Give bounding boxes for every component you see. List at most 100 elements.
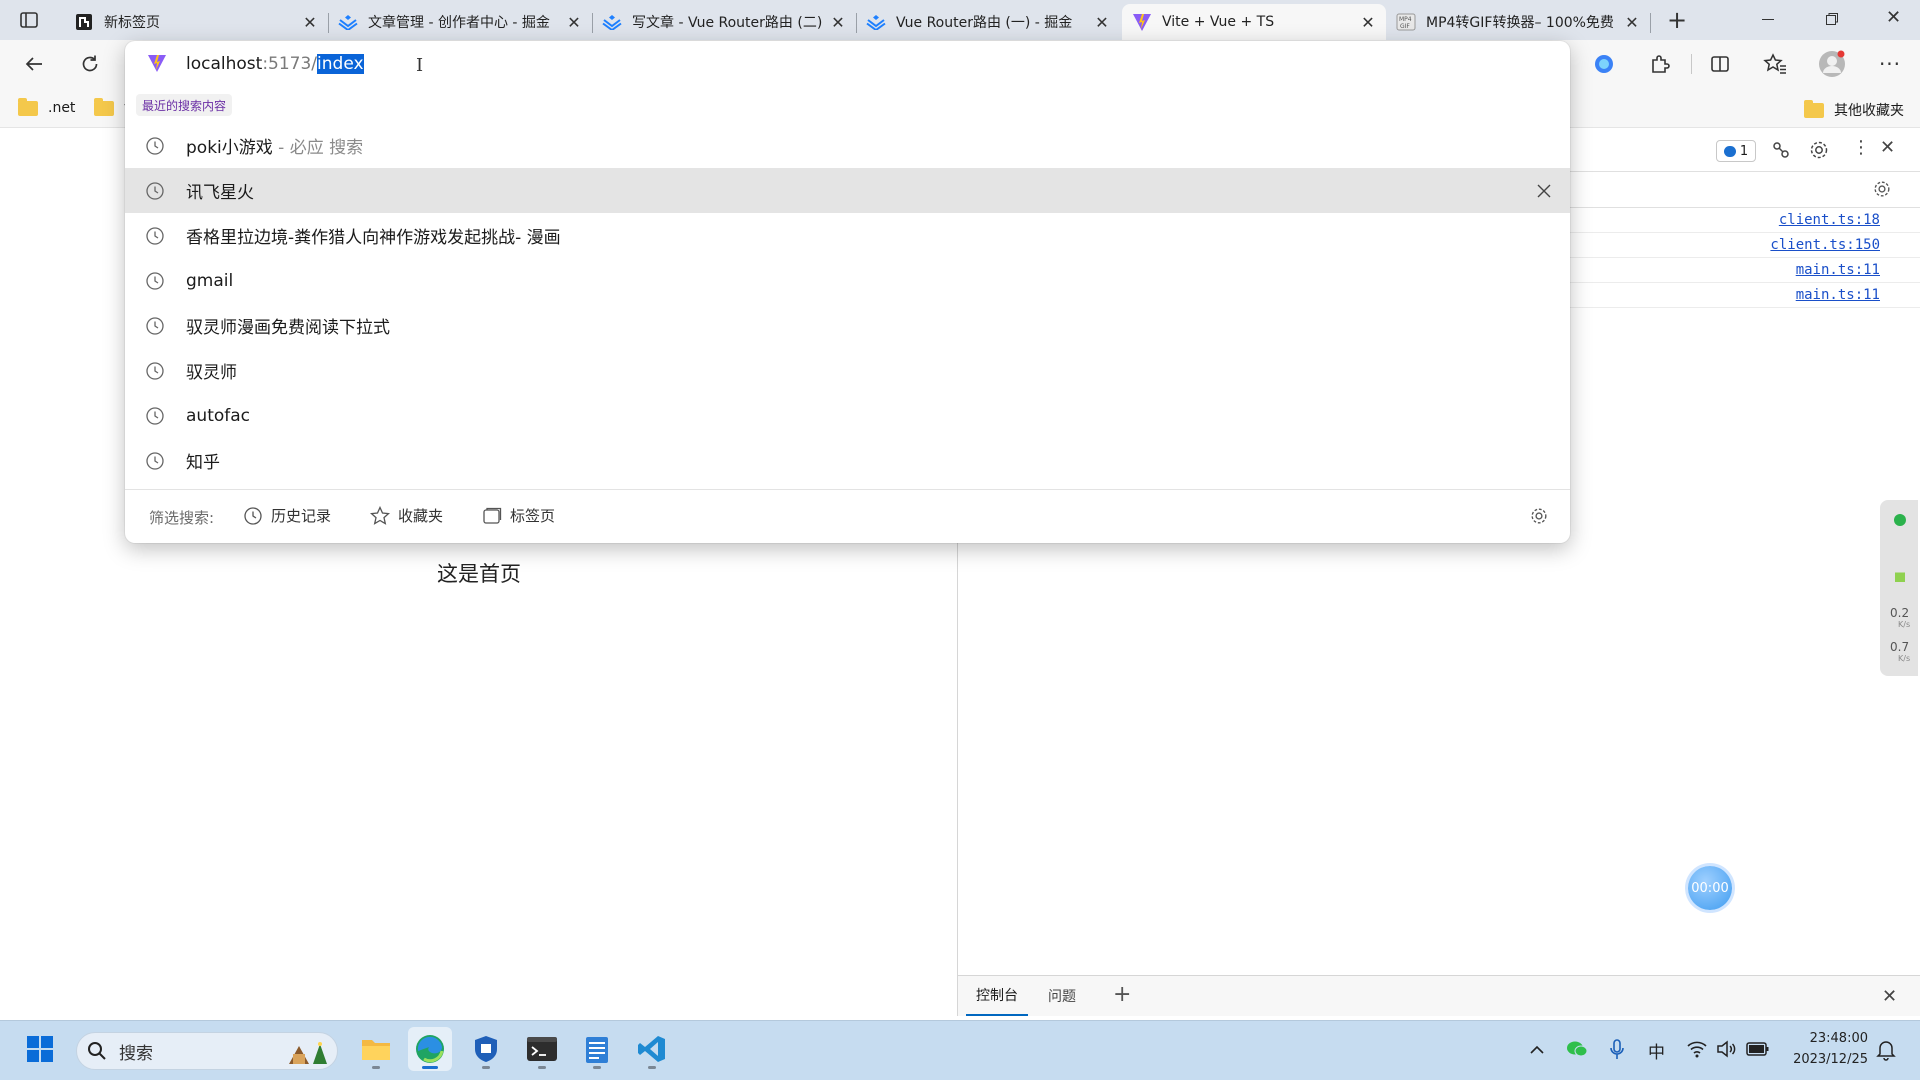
windows-logo-icon xyxy=(27,1036,53,1062)
suggestion-item[interactable]: poki小游戏 - 必应 搜索 xyxy=(125,123,1570,168)
suggestion-item-highlighted[interactable]: 讯飞星火 xyxy=(125,168,1570,213)
tab-issues[interactable]: 问题 xyxy=(1038,976,1086,1016)
devtools-settings-gear-icon[interactable] xyxy=(1808,139,1830,161)
star-icon xyxy=(370,505,390,525)
copilot-button[interactable] xyxy=(1586,46,1622,82)
filter-history-button[interactable]: 历史记录 xyxy=(243,505,331,526)
close-drawer-icon[interactable]: ✕ xyxy=(1882,986,1897,1007)
devtools-issues-badge[interactable]: 1 xyxy=(1716,140,1756,162)
input-method-indicator[interactable]: 中 xyxy=(1648,1038,1665,1063)
suggestion-item[interactable]: autofac xyxy=(125,393,1570,438)
notification-bell-icon[interactable] xyxy=(1876,1039,1896,1061)
remove-suggestion-close-icon[interactable] xyxy=(1532,179,1556,203)
tab-title: 写文章 - Vue Router路由 (二) xyxy=(632,15,822,31)
clock-time[interactable]: 23:48:00 xyxy=(1788,1031,1868,1046)
mp4-gif-favicon-icon: MP4 GIF xyxy=(1396,12,1416,32)
address-input[interactable]: localhost:5173/index xyxy=(186,52,364,76)
devtools-close-icon[interactable]: ✕ xyxy=(1880,137,1895,158)
suggestion-item[interactable]: 知乎 xyxy=(125,438,1570,483)
taskbar-file-explorer[interactable] xyxy=(354,1027,398,1071)
more-dots-icon: ··· xyxy=(1878,52,1902,76)
tab-write-article[interactable]: 写文章 - Vue Router路由 (二) ✕ xyxy=(592,4,857,40)
battery-icon[interactable] xyxy=(1746,1041,1770,1057)
puzzle-icon xyxy=(1652,55,1670,73)
juejin-favicon-icon xyxy=(338,12,358,32)
tab-title: Vue Router路由 (一) - 掘金 xyxy=(896,15,1073,31)
favorites-button[interactable] xyxy=(1757,46,1793,82)
other-favorites-folder[interactable]: 其他收藏夹 xyxy=(1804,99,1904,120)
refresh-icon xyxy=(82,55,98,72)
suggestion-item[interactable]: 驭灵师漫画免费阅读下拉式 xyxy=(125,303,1570,348)
source-link[interactable]: client.ts:18 xyxy=(1779,212,1880,228)
filter-favorites-button[interactable]: 收藏夹 xyxy=(370,505,443,526)
shield-icon xyxy=(475,1036,497,1062)
volume-icon[interactable] xyxy=(1716,1039,1738,1059)
split-screen-button[interactable] xyxy=(1702,46,1738,82)
suggestion-item[interactable]: gmail xyxy=(125,258,1570,303)
wechat-tray-icon[interactable] xyxy=(1566,1039,1588,1059)
taskbar-notepad[interactable] xyxy=(575,1027,619,1071)
profile-button[interactable] xyxy=(1814,46,1850,82)
filter-tabs-button[interactable]: 标签页 xyxy=(482,505,555,526)
wifi-icon[interactable] xyxy=(1686,1039,1708,1059)
source-link[interactable]: client.ts:150 xyxy=(1770,237,1880,253)
tab-vite-vue-ts[interactable]: Vite + Vue + TS ✕ xyxy=(1122,4,1386,40)
console-settings-gear-icon[interactable] xyxy=(1872,179,1892,199)
suggestion-text: gmail xyxy=(186,270,234,291)
show-hidden-icons-chevron-icon[interactable] xyxy=(1528,1041,1546,1059)
clock-date[interactable]: 2023/12/25 xyxy=(1788,1052,1868,1067)
other-favorites-label: 其他收藏夹 xyxy=(1834,103,1904,119)
source-link[interactable]: main.ts:11 xyxy=(1796,287,1880,303)
juejin-favicon-icon xyxy=(866,12,886,32)
back-button[interactable] xyxy=(16,46,52,82)
tab-close-icon[interactable]: ✕ xyxy=(1094,13,1110,32)
suggestion-item[interactable]: 驭灵师 xyxy=(125,348,1570,393)
microphone-icon[interactable] xyxy=(1608,1038,1626,1062)
tab-title: MP4转GIF转换器– 100%免费 xyxy=(1426,15,1614,31)
suggestion-item[interactable]: 香格里拉边境-粪作猎人向神作游戏发起挑战- 漫画 xyxy=(125,213,1570,258)
svg-text:GIF: GIF xyxy=(1400,23,1410,30)
taskbar-search-box[interactable]: 搜索 xyxy=(76,1032,338,1070)
tab-vue-router-1[interactable]: Vue Router路由 (一) - 掘金 ✕ xyxy=(856,4,1120,40)
source-link[interactable]: main.ts:11 xyxy=(1796,262,1880,278)
tab-new-tab[interactable]: 新标签页 ✕ xyxy=(64,4,329,40)
history-clock-icon xyxy=(244,506,262,525)
history-clock-icon xyxy=(146,406,164,425)
windows-taskbar: 搜索 中 23:48:00 2023/12/25 xyxy=(0,1020,1920,1080)
tab-actions-icon[interactable] xyxy=(18,9,40,31)
refresh-button[interactable] xyxy=(72,46,108,82)
tab-close-icon[interactable]: ✕ xyxy=(1360,13,1376,32)
minimize-icon[interactable] xyxy=(1762,19,1774,20)
tab-close-icon[interactable]: ✕ xyxy=(302,13,318,32)
taskbar-vscode[interactable] xyxy=(630,1027,674,1071)
tab-close-icon[interactable]: ✕ xyxy=(566,13,582,32)
tab-close-icon[interactable]: ✕ xyxy=(1624,13,1640,32)
vscode-icon xyxy=(638,1036,665,1062)
recording-timer-button[interactable]: 00:00 xyxy=(1688,866,1732,910)
suggestion-text: poki小游戏 xyxy=(186,138,273,158)
extensions-button[interactable] xyxy=(1642,46,1678,82)
tab-console[interactable]: 控制台 xyxy=(966,976,1028,1016)
history-clock-icon xyxy=(146,136,164,155)
devtools-more-icon[interactable]: ⋮ xyxy=(1852,137,1870,158)
history-clock-icon xyxy=(146,271,164,290)
notepad-icon xyxy=(586,1037,608,1063)
taskbar-edge[interactable] xyxy=(408,1027,452,1071)
recent-searches-label: 最近的搜索内容 xyxy=(136,94,233,116)
new-tab-plus-icon[interactable]: + xyxy=(1662,6,1692,34)
favorite-folder-net[interactable]: .net xyxy=(18,97,75,116)
upload-unit: K/s xyxy=(1898,620,1911,629)
status-dot-icon xyxy=(1894,514,1906,526)
start-button[interactable] xyxy=(18,1027,62,1071)
dropdown-settings-gear-icon[interactable] xyxy=(1529,506,1549,526)
add-drawer-tab-icon[interactable]: + xyxy=(1113,982,1131,1007)
devtools-customize-icon[interactable] xyxy=(1770,139,1792,161)
restore-icon[interactable] xyxy=(1826,13,1838,25)
tab-mp4-gif[interactable]: MP4 GIF MP4转GIF转换器– 100%免费 ✕ xyxy=(1386,4,1651,40)
tab-juejin-articles[interactable]: 文章管理 - 创作者中心 - 掘金 ✕ xyxy=(328,4,593,40)
tab-close-icon[interactable]: ✕ xyxy=(830,13,846,32)
close-window-icon[interactable]: ✕ xyxy=(1886,9,1902,27)
taskbar-terminal[interactable] xyxy=(520,1027,564,1071)
taskbar-security-app[interactable] xyxy=(464,1027,508,1071)
more-menu-button[interactable]: ··· xyxy=(1872,46,1908,82)
